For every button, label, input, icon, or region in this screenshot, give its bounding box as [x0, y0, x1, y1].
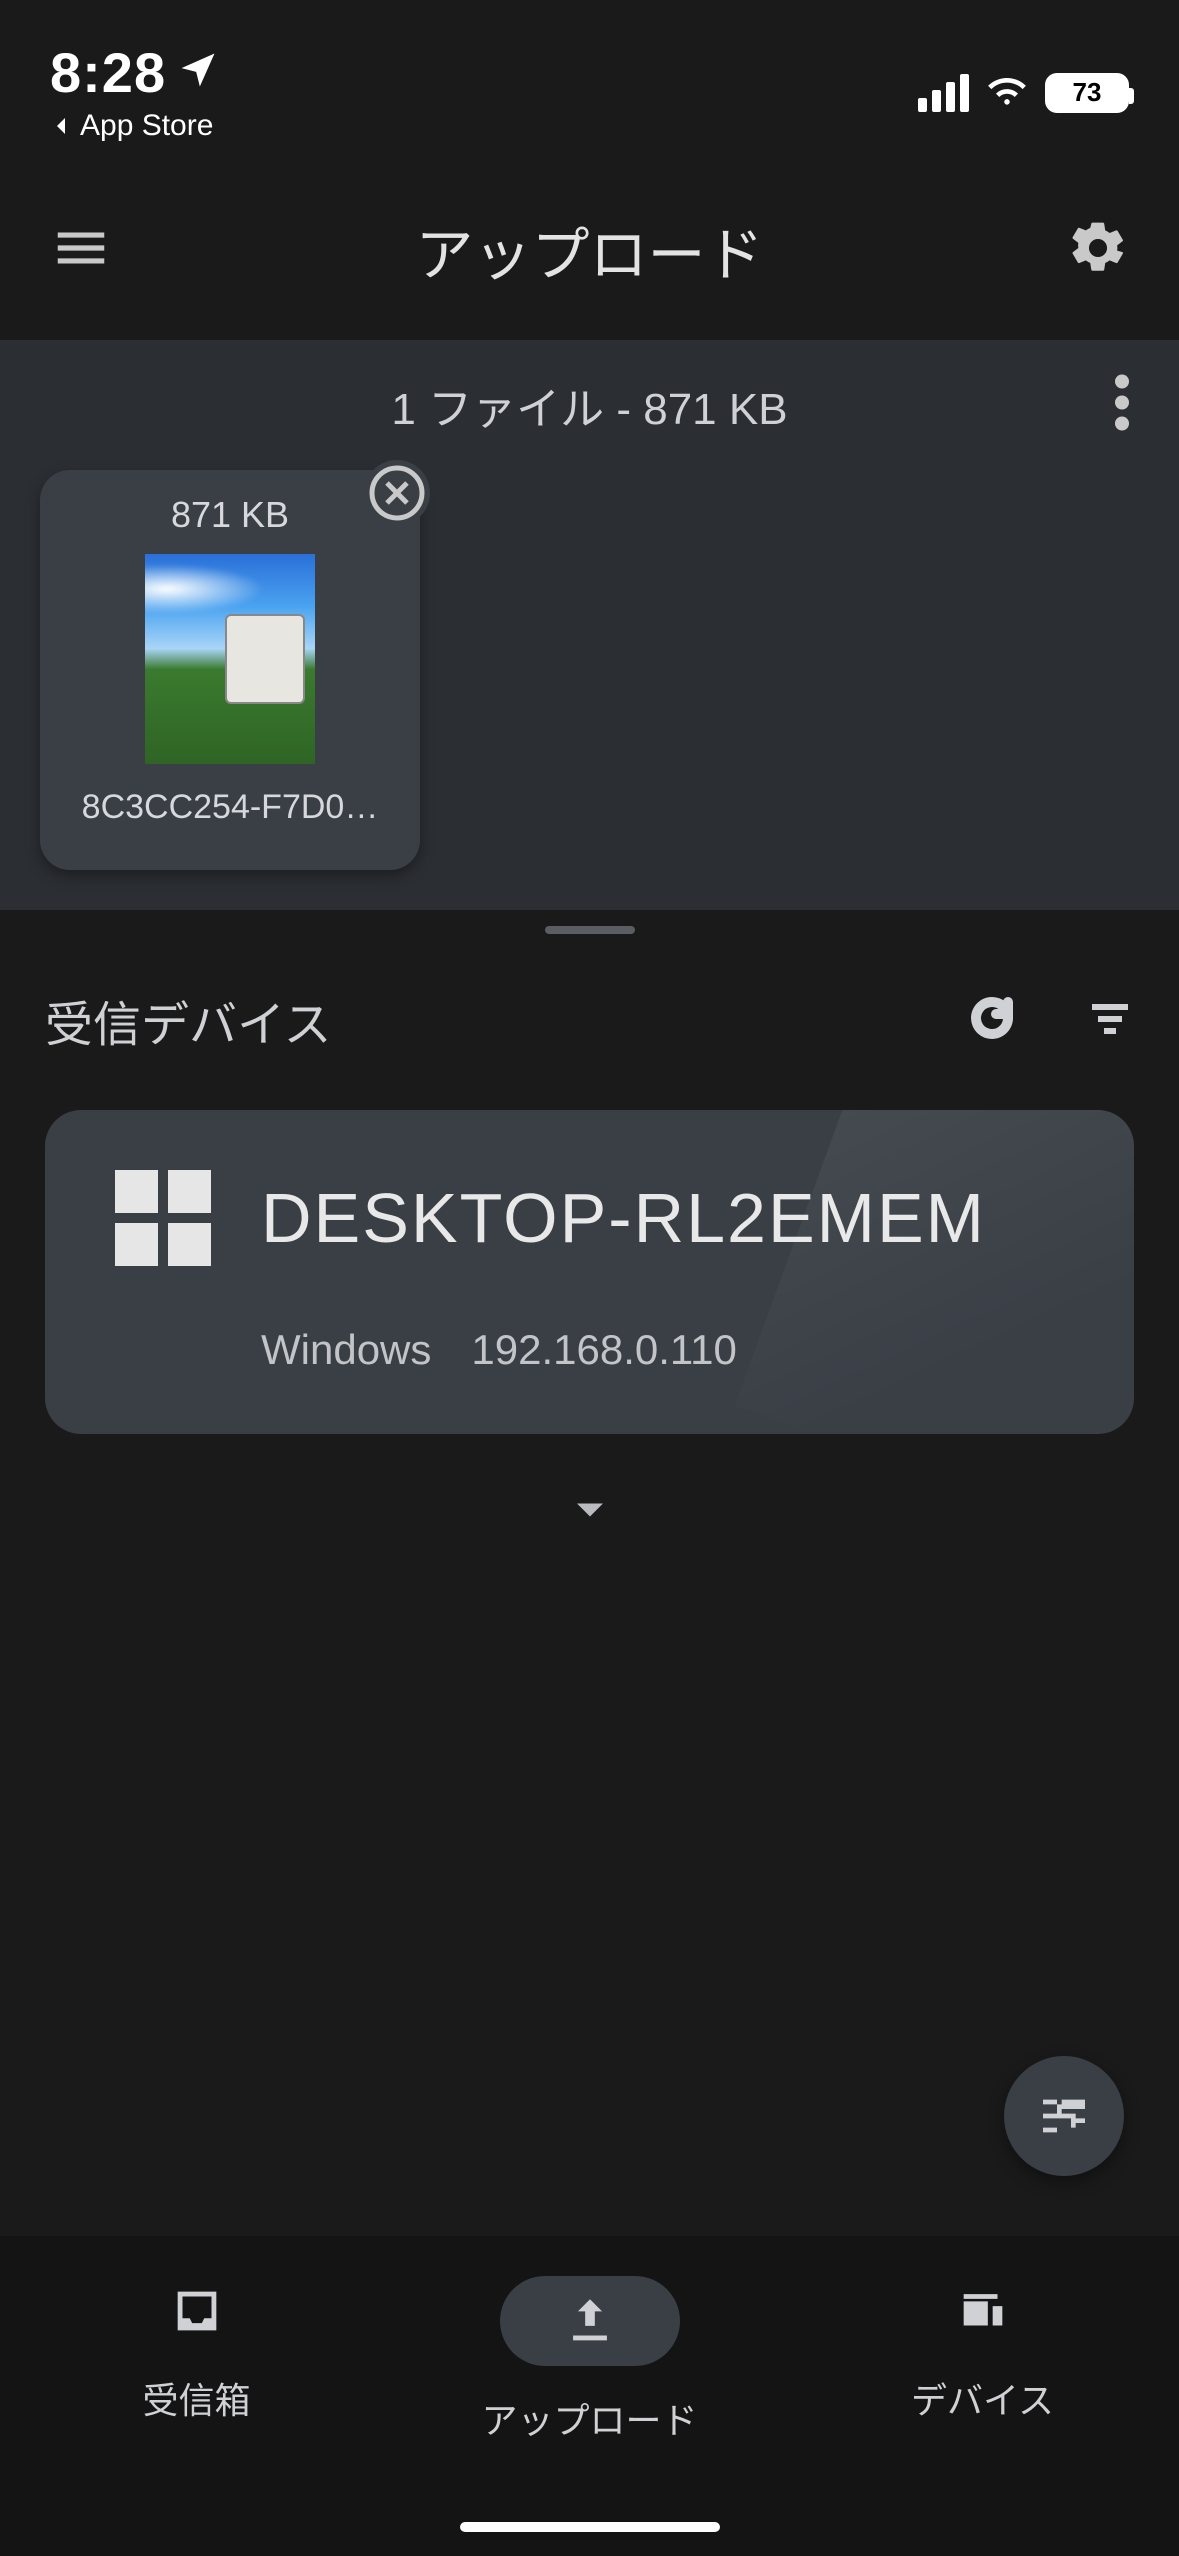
status-bar: 8:28 App Store 73: [0, 0, 1179, 160]
file-summary: 1 ファイル - 871 KB: [391, 373, 787, 437]
inbox-icon: [162, 2276, 232, 2346]
wifi-icon: [985, 68, 1029, 117]
file-thumbnail: [145, 554, 315, 764]
battery-pct: 73: [1073, 77, 1102, 108]
device-ip: 192.168.0.110: [471, 1326, 736, 1374]
nav-upload-label: アップロード: [481, 2392, 697, 2444]
location-icon: [176, 48, 220, 97]
back-label: App Store: [80, 109, 213, 143]
back-to-app-store[interactable]: App Store: [50, 109, 220, 143]
refresh-button[interactable]: [968, 994, 1016, 1047]
filter-button[interactable]: [1086, 994, 1134, 1047]
battery-indicator: 73: [1045, 73, 1129, 113]
nav-devices-label: デバイス: [911, 2372, 1054, 2424]
drag-handle[interactable]: [0, 910, 1179, 950]
nav-inbox[interactable]: 受信箱: [0, 2276, 393, 2424]
device-card[interactable]: DESKTOP-RL2EMEM Windows 192.168.0.110: [45, 1110, 1134, 1434]
devices-icon: [948, 2276, 1018, 2346]
nav-upload[interactable]: アップロード: [393, 2276, 786, 2444]
nav-inbox-label: 受信箱: [142, 2372, 250, 2424]
upload-icon: [500, 2276, 680, 2366]
device-name: DESKTOP-RL2EMEM: [261, 1178, 986, 1258]
file-size: 871 KB: [171, 494, 289, 536]
status-time: 8:28: [50, 40, 166, 105]
more-options-button[interactable]: [1115, 373, 1129, 438]
menu-button[interactable]: [50, 217, 112, 284]
tune-fab[interactable]: [1004, 2056, 1124, 2176]
home-indicator[interactable]: [460, 2522, 720, 2532]
device-os: Windows: [261, 1326, 431, 1374]
file-card[interactable]: 871 KB 8C3CC254-F7D0…: [40, 470, 420, 870]
file-section: 1 ファイル - 871 KB 871 KB 8C3CC254-F7D0…: [0, 340, 1179, 910]
cellular-icon: [918, 74, 969, 112]
bottom-nav: 受信箱 アップロード デバイス: [0, 2236, 1179, 2556]
devices-title: 受信デバイス: [45, 985, 332, 1055]
app-header: アップロード: [0, 160, 1179, 340]
expand-button[interactable]: [564, 1484, 616, 1541]
settings-button[interactable]: [1067, 217, 1129, 284]
windows-icon: [115, 1170, 211, 1266]
nav-devices[interactable]: デバイス: [786, 2276, 1179, 2424]
devices-section: 受信デバイス DESKTOP-RL2EMEM Windows 192.168.0…: [0, 950, 1179, 1541]
remove-file-button[interactable]: [364, 460, 430, 526]
file-name: 8C3CC254-F7D0…: [59, 788, 401, 827]
page-title: アップロード: [415, 208, 763, 292]
